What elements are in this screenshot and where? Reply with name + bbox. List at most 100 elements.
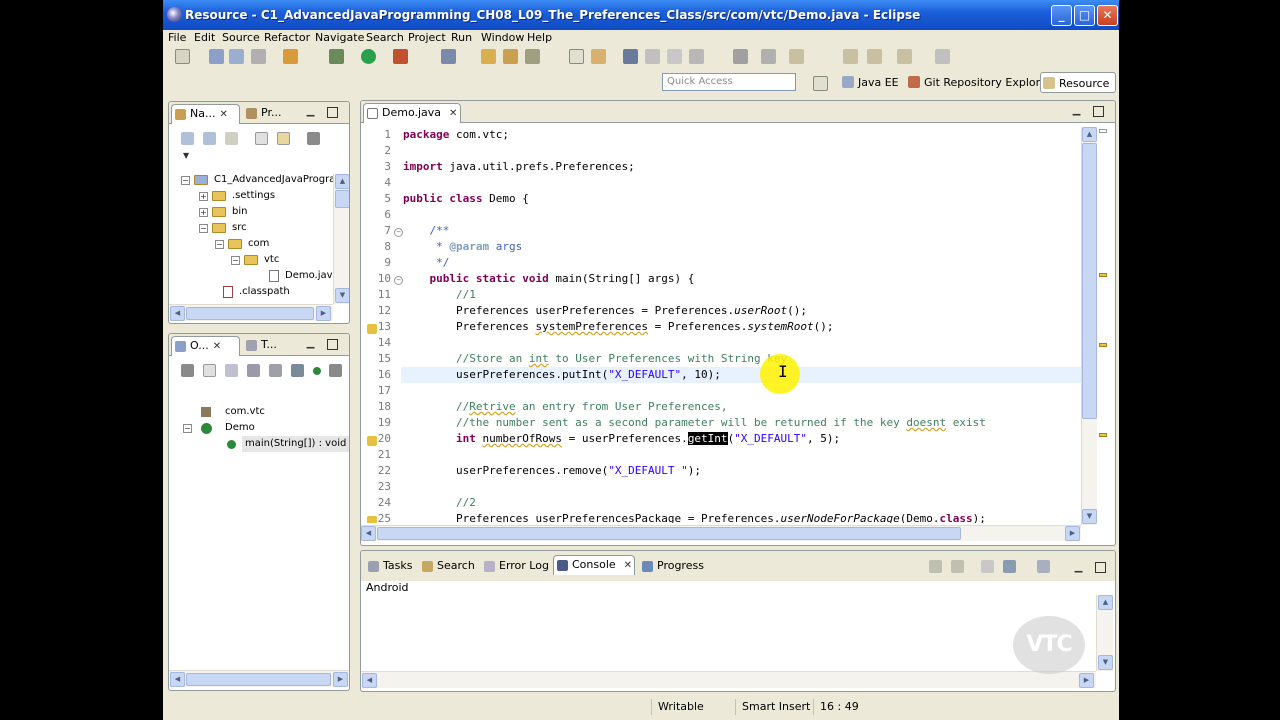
link-editor-icon[interactable] <box>277 132 290 145</box>
tree-expander-icon[interactable]: + <box>199 192 208 201</box>
debug-icon[interactable] <box>329 49 344 64</box>
menu-navigate[interactable]: Navigate <box>315 30 364 46</box>
forward-icon[interactable] <box>867 49 882 64</box>
menu-project[interactable]: Project <box>408 30 446 46</box>
tab-demo-java[interactable]: Demo.java ✕ <box>363 103 461 123</box>
last-edit-icon[interactable] <box>789 49 804 64</box>
search-icon[interactable] <box>525 49 540 64</box>
menu-run[interactable]: Run <box>451 30 472 46</box>
scroll-down-icon[interactable]: ▼ <box>1082 509 1097 524</box>
menu-window[interactable]: Window <box>481 30 524 46</box>
tree-expander-icon[interactable]: − <box>183 424 192 433</box>
collapse-all-icon[interactable] <box>255 132 268 145</box>
fold-collapse-icon[interactable]: − <box>394 228 403 237</box>
hierarchy-icon[interactable] <box>181 364 194 377</box>
scroll-left-icon[interactable]: ◀ <box>170 306 185 321</box>
up-icon[interactable] <box>225 132 238 145</box>
tab-task-list[interactable]: T... <box>243 336 277 356</box>
edit-icon[interactable] <box>591 49 606 64</box>
build-icon[interactable] <box>283 49 298 64</box>
tab-search[interactable]: Search <box>419 557 475 577</box>
maximize-view-icon[interactable] <box>1095 562 1106 573</box>
open-type-icon[interactable] <box>481 49 496 64</box>
maximize-view-icon[interactable] <box>327 107 338 118</box>
hide-static-icon[interactable] <box>269 364 282 377</box>
fold-collapse-icon[interactable]: − <box>394 276 403 285</box>
menu-file[interactable]: File <box>168 30 186 46</box>
hide-local-types-icon[interactable] <box>313 367 321 375</box>
tab-error-log[interactable]: Error Log <box>481 557 549 577</box>
minimize-button[interactable]: _ <box>1051 5 1072 26</box>
scroll-lock-icon[interactable] <box>951 560 964 573</box>
back-arrow-icon[interactable] <box>181 132 194 145</box>
save-icon[interactable] <box>209 49 224 64</box>
scroll-down-icon[interactable]: ▼ <box>335 288 349 303</box>
tab-tasks[interactable]: Tasks <box>365 557 412 577</box>
scroll-left-icon[interactable]: ◀ <box>170 672 185 687</box>
perspective-resource[interactable]: Resource <box>1040 72 1117 93</box>
quick-access-input[interactable]: Quick Access <box>662 73 796 91</box>
pilcrow-icon[interactable] <box>689 49 704 64</box>
view-menu-icon[interactable] <box>307 132 320 145</box>
display-console-icon[interactable] <box>1003 560 1016 573</box>
scroll-thumb[interactable] <box>377 527 961 540</box>
prev-annotation-icon[interactable] <box>761 49 776 64</box>
navigator-hscrollbar[interactable]: ◀ ▶ <box>169 304 333 321</box>
scroll-left-icon[interactable]: ◀ <box>361 526 376 541</box>
tree-expander-icon[interactable]: + <box>199 208 208 217</box>
minimize-view-icon[interactable]: ▁ <box>1073 563 1084 574</box>
tree-expander-icon[interactable]: − <box>181 176 190 185</box>
tab-console[interactable]: Console ✕ <box>553 555 635 575</box>
tab-outline-close-icon[interactable]: ✕ <box>213 341 221 352</box>
overview-warning-icon[interactable] <box>1099 343 1107 347</box>
tree-expander-icon[interactable]: − <box>231 256 240 265</box>
scroll-left-icon[interactable]: ◀ <box>362 673 377 688</box>
close-button[interactable]: ✕ <box>1097 5 1118 26</box>
nav-icon[interactable] <box>897 49 912 64</box>
forward-arrow-icon[interactable] <box>203 132 216 145</box>
sort-icon[interactable] <box>225 364 238 377</box>
scroll-right-icon[interactable]: ▶ <box>333 672 348 687</box>
menu-help[interactable]: Help <box>527 30 552 46</box>
hide-nonpublic-icon[interactable] <box>291 364 304 377</box>
scroll-thumb[interactable] <box>1082 143 1097 419</box>
minimize-view-icon[interactable]: ▁ <box>305 107 316 118</box>
code-area[interactable]: 1 2 3 4 5 6 7 8 9 10 11 12 13 14 15 16 17 18 19 20 21 22 23 24 2… <box>361 123 1081 523</box>
minimize-view-icon[interactable]: ▁ <box>305 339 316 350</box>
scroll-thumb[interactable] <box>186 307 314 320</box>
perspective-git[interactable]: Git Repository Exploring <box>906 72 1057 93</box>
editor-vscrollbar[interactable]: ▲ ▼ <box>1081 127 1097 525</box>
open-perspective-icon[interactable] <box>813 76 828 91</box>
outline-hscrollbar[interactable]: ◀ ▶ <box>169 670 349 687</box>
warning-marker-icon[interactable] <box>367 436 377 446</box>
scroll-up-icon[interactable]: ▲ <box>1082 127 1097 142</box>
whitespace-icon[interactable] <box>645 49 660 64</box>
pin-icon[interactable] <box>935 49 950 64</box>
new-icon[interactable] <box>175 49 190 64</box>
menu-edit[interactable]: Edit <box>194 30 215 46</box>
save-all-icon[interactable] <box>229 49 244 64</box>
tree-expander-icon[interactable]: − <box>199 224 208 233</box>
clear-console-icon[interactable] <box>929 560 942 573</box>
tab-navigator[interactable]: Na... ✕ <box>171 104 240 124</box>
open-task-icon[interactable] <box>503 49 518 64</box>
view-menu-icon[interactable] <box>329 364 342 377</box>
open-console-icon[interactable] <box>1037 560 1050 573</box>
minimize-view-icon[interactable]: ▁ <box>1071 106 1082 117</box>
tab-progress[interactable]: Progress <box>639 557 704 577</box>
menu-search[interactable]: Search <box>366 30 404 46</box>
print-icon[interactable] <box>251 49 266 64</box>
console-hscrollbar[interactable]: ◀ ▶ <box>361 671 1096 688</box>
annotation-icon[interactable] <box>623 49 638 64</box>
scroll-down-icon[interactable]: ▼ <box>1098 655 1113 670</box>
warning-marker-icon[interactable] <box>367 516 377 523</box>
external-tools-icon[interactable] <box>393 49 408 64</box>
new-java-project-icon[interactable] <box>441 49 456 64</box>
scroll-right-icon[interactable]: ▶ <box>1079 673 1094 688</box>
scroll-up-icon[interactable]: ▲ <box>335 174 349 189</box>
hide-fields-icon[interactable] <box>247 364 260 377</box>
tab-demo-java-close-icon[interactable]: ✕ <box>449 108 457 119</box>
next-annotation-icon[interactable] <box>733 49 748 64</box>
overview-warning-icon[interactable] <box>1099 433 1107 437</box>
editor-hscrollbar[interactable]: ◀ ▶ <box>361 525 1081 541</box>
